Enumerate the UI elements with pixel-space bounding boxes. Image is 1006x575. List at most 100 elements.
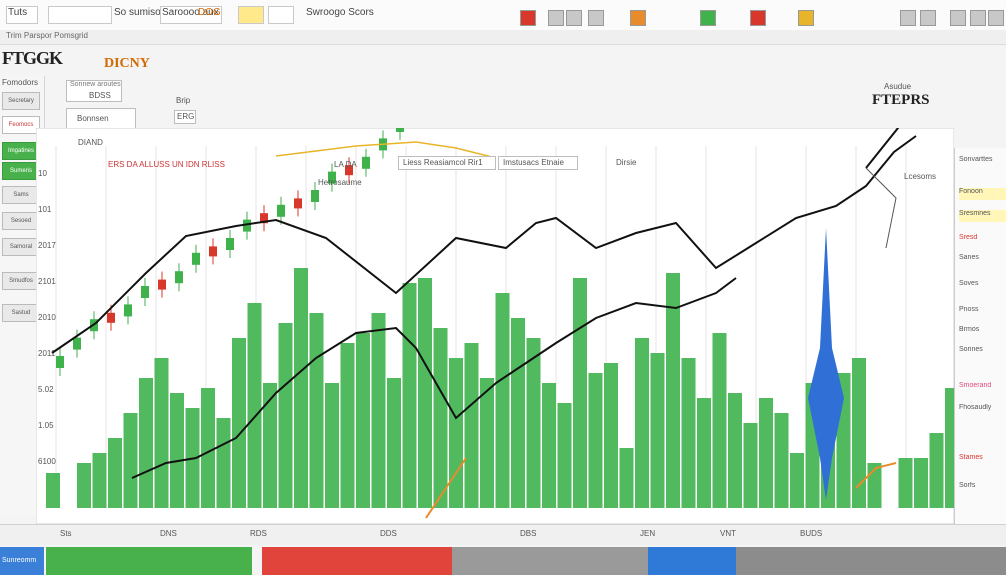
toolbar-highlight-button[interactable] bbox=[238, 6, 264, 24]
list-icon[interactable] bbox=[566, 10, 582, 26]
volume-bar bbox=[340, 343, 355, 508]
grid-icon[interactable] bbox=[548, 10, 564, 26]
chart-center-box[interactable]: Liess Reasiamcol Rir1 bbox=[398, 156, 496, 170]
left-item-2[interactable]: Imgatines bbox=[2, 142, 40, 160]
chart-center-box-2[interactable]: Imstusacs Etnaie bbox=[498, 156, 578, 170]
volume-bar bbox=[387, 378, 401, 508]
settings-icon[interactable] bbox=[900, 10, 916, 26]
price-chart[interactable]: 10 101 2017 2101 2010 2011 5.02 1.05 6100 bbox=[35, 0, 959, 525]
y-tick-label: 2011 bbox=[38, 349, 56, 358]
status-item: RDS bbox=[250, 529, 267, 538]
y-tick-label: 1.05 bbox=[38, 421, 54, 430]
candle-body bbox=[192, 252, 200, 265]
bottom-segment-blue-2[interactable] bbox=[648, 547, 736, 575]
panel-a[interactable]: Sonnew aroutes BDSS bbox=[66, 80, 122, 102]
close-icon[interactable] bbox=[988, 10, 1004, 26]
left-item-4[interactable]: Sams bbox=[2, 186, 40, 204]
chart-center-label: LA DA bbox=[334, 160, 357, 169]
minimize-icon[interactable] bbox=[950, 10, 966, 26]
volume-bar bbox=[123, 413, 138, 508]
red-tool-icon[interactable] bbox=[750, 10, 766, 26]
candle-body bbox=[175, 271, 183, 284]
volume-bar bbox=[573, 278, 587, 508]
left-item-red[interactable]: Feomocs bbox=[2, 116, 40, 134]
left-item-6[interactable]: Samoral bbox=[2, 238, 40, 256]
chart-left-label: DIAND bbox=[78, 138, 103, 147]
window-icon[interactable] bbox=[920, 10, 936, 26]
green-tool-icon[interactable] bbox=[700, 10, 716, 26]
volume-bar bbox=[371, 313, 386, 508]
status-item: DNS bbox=[160, 529, 177, 538]
layout-icon[interactable] bbox=[588, 10, 604, 26]
volume-bar bbox=[108, 438, 122, 508]
orange-tool-icon[interactable] bbox=[630, 10, 646, 26]
chart-right-label: Dirsie bbox=[616, 158, 637, 167]
bottom-segment-gray-2[interactable] bbox=[736, 547, 1006, 575]
bottom-segment-green[interactable] bbox=[46, 547, 252, 575]
volume-bar bbox=[557, 403, 572, 508]
candle-body bbox=[158, 279, 166, 290]
bottom-segment-blue[interactable]: Sunreomm bbox=[0, 547, 44, 575]
y-tick-label: 2010 bbox=[38, 313, 56, 322]
right-item[interactable]: Sorfs bbox=[959, 482, 1006, 494]
left-item-8[interactable]: Sastud bbox=[2, 304, 40, 322]
status-item: DBS bbox=[520, 529, 537, 538]
y-tick-label: 101 bbox=[38, 205, 52, 214]
bottom-segment-red[interactable] bbox=[262, 547, 452, 575]
left-item-5[interactable]: Sesoed bbox=[2, 212, 40, 230]
alert-icon[interactable] bbox=[520, 10, 536, 26]
left-item-1[interactable]: Secretary bbox=[2, 92, 40, 110]
toolbar-field-2[interactable] bbox=[48, 6, 112, 24]
volume-bar bbox=[495, 293, 510, 508]
y-tick-label: 2017 bbox=[38, 241, 56, 250]
chart-center-box-text: Liess Reasiamcol Rir1 bbox=[403, 158, 483, 167]
yellow-tool-icon[interactable] bbox=[798, 10, 814, 26]
volume-bar bbox=[790, 453, 804, 508]
ticker-sub: Asudue bbox=[884, 82, 912, 91]
right-item[interactable]: Pnoss bbox=[959, 306, 1006, 318]
chart-area[interactable]: 10 101 2017 2101 2010 2011 5.02 1.05 6100 bbox=[35, 0, 959, 525]
left-item-3[interactable]: Sumeris bbox=[2, 162, 40, 180]
y-tick-label: 6100 bbox=[38, 457, 56, 466]
right-item[interactable]: Sresmnes bbox=[959, 210, 1006, 222]
left-panel-header: Fomodors bbox=[2, 78, 39, 87]
right-item[interactable]: Sresd bbox=[959, 234, 1006, 246]
sub-toolbar: Trim Parspor Pomsgrid bbox=[0, 30, 1006, 45]
right-item[interactable]: Soves bbox=[959, 280, 1006, 292]
volume-bar bbox=[356, 333, 370, 508]
left-item-7[interactable]: Smudfos bbox=[2, 272, 40, 290]
y-tick-label: 5.02 bbox=[38, 385, 54, 394]
right-item[interactable]: Sorines bbox=[959, 346, 1006, 358]
right-panel: Sonvarttes Fonoon Sresmnes Sresd Sanes S… bbox=[954, 148, 1006, 528]
right-item[interactable]: Smoerand bbox=[959, 382, 1006, 394]
candle-body bbox=[362, 156, 370, 169]
right-item[interactable]: Sanes bbox=[959, 254, 1006, 266]
maximize-icon[interactable] bbox=[970, 10, 986, 26]
panel-b[interactable]: Bonnsen bbox=[66, 108, 136, 130]
brand-logo: FTGGK bbox=[2, 48, 63, 68]
bottom-segment-gray[interactable] bbox=[452, 547, 648, 575]
right-item[interactable]: Fhosaudly bbox=[959, 404, 1006, 416]
status-item: Sts bbox=[60, 529, 72, 538]
candle-body bbox=[56, 356, 64, 368]
status-bar: Sts DNS RDS DDS DBS JEN VNT BUDS bbox=[0, 524, 1006, 545]
panel-c[interactable]: ERG bbox=[174, 110, 196, 124]
ticker-name: FTEPRS bbox=[872, 92, 930, 108]
volume-bar bbox=[480, 378, 494, 508]
volume-bar bbox=[542, 383, 556, 508]
right-item[interactable]: Stames bbox=[959, 454, 1006, 466]
toolbar-button-a[interactable] bbox=[268, 6, 294, 24]
right-item[interactable]: Fonoon bbox=[959, 188, 1006, 200]
volume-bar bbox=[929, 433, 944, 508]
right-item[interactable]: Brmos bbox=[959, 326, 1006, 338]
volume-bar bbox=[635, 338, 649, 508]
volume-bar bbox=[294, 268, 308, 508]
right-item[interactable]: Sonvarttes bbox=[959, 156, 1006, 168]
brand-logo-secondary: DICNY bbox=[104, 56, 150, 71]
chart-series-label: ERS DA ALLUSS UN IDN RLISS bbox=[108, 160, 225, 169]
volume-bar bbox=[728, 393, 742, 508]
volume-bar bbox=[697, 398, 711, 508]
volume-bar bbox=[418, 278, 432, 508]
volume-bar bbox=[898, 458, 913, 508]
y-tick-label: 10 bbox=[38, 169, 47, 178]
